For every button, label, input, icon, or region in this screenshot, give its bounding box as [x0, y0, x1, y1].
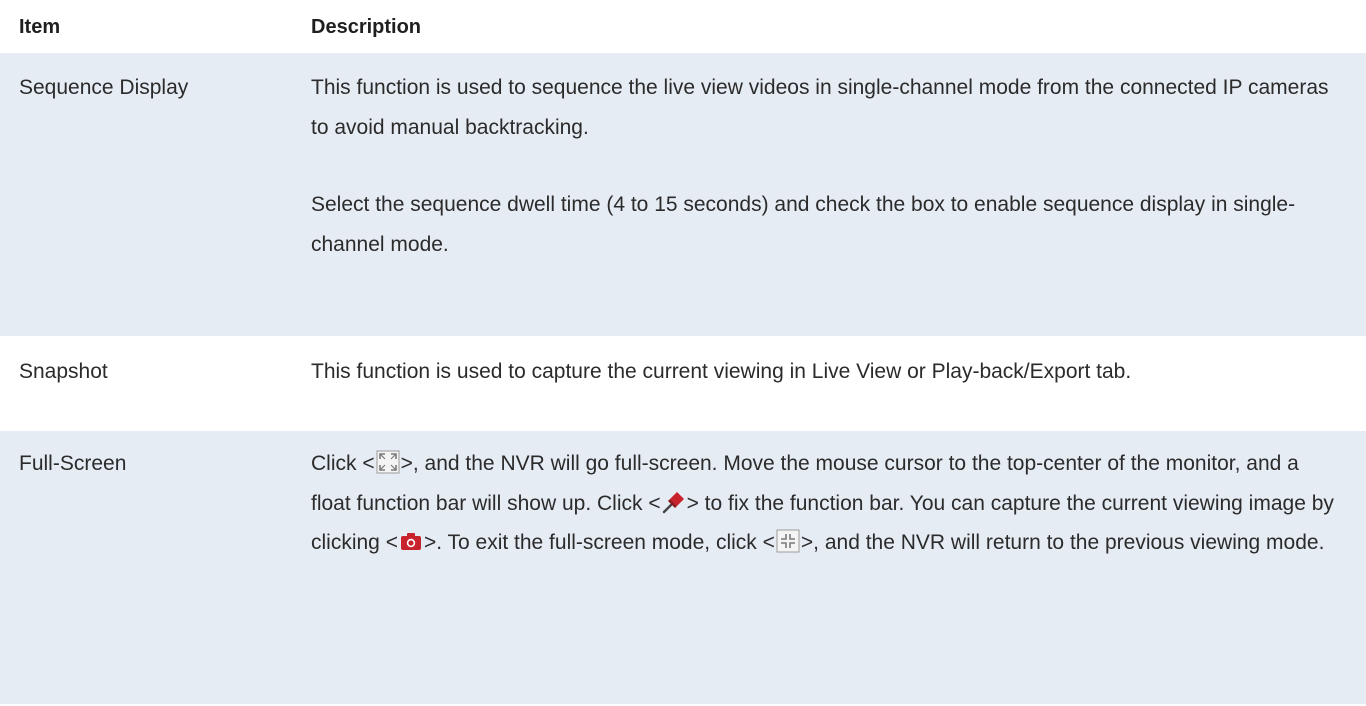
header-item: Item	[19, 16, 61, 38]
row-description: Click < >, and the NVR will go full-scree…	[311, 444, 1346, 704]
exit-fullscreen-icon	[776, 529, 800, 553]
text-segment: Click <	[311, 452, 375, 475]
text-segment: >, and the NVR will return to the previo…	[800, 531, 1325, 554]
table-header-row: Item Description	[0, 0, 1366, 53]
row-description: This function is used to sequence the li…	[311, 68, 1346, 336]
camera-icon	[399, 529, 423, 553]
description-paragraph: This function is used to capture the cur…	[311, 360, 1132, 383]
table-row: Sequence Display This function is used t…	[0, 53, 1366, 338]
description-paragraph: This function is used to sequence the li…	[311, 76, 1329, 139]
header-description: Description	[311, 16, 422, 38]
row-item-sequence-display: Sequence Display	[19, 76, 189, 99]
description-paragraph: Select the sequence dwell time (4 to 15 …	[311, 193, 1296, 256]
description-paragraph: Click < >, and the NVR will go full-scree…	[311, 444, 1336, 563]
row-description: This function is used to capture the cur…	[311, 352, 1346, 429]
text-segment: >. To exit the full-screen mode, click <	[423, 531, 775, 554]
table-row: Snapshot This function is used to captur…	[0, 338, 1366, 431]
row-item-full-screen: Full-Screen	[19, 452, 127, 475]
table-row: Full-Screen Click < >, and the NVR will g…	[0, 431, 1366, 706]
description-table: Item Description Sequence Display This f…	[0, 0, 1366, 706]
fullscreen-icon	[376, 450, 400, 474]
row-item-snapshot: Snapshot	[19, 360, 108, 383]
pin-icon	[662, 490, 686, 514]
